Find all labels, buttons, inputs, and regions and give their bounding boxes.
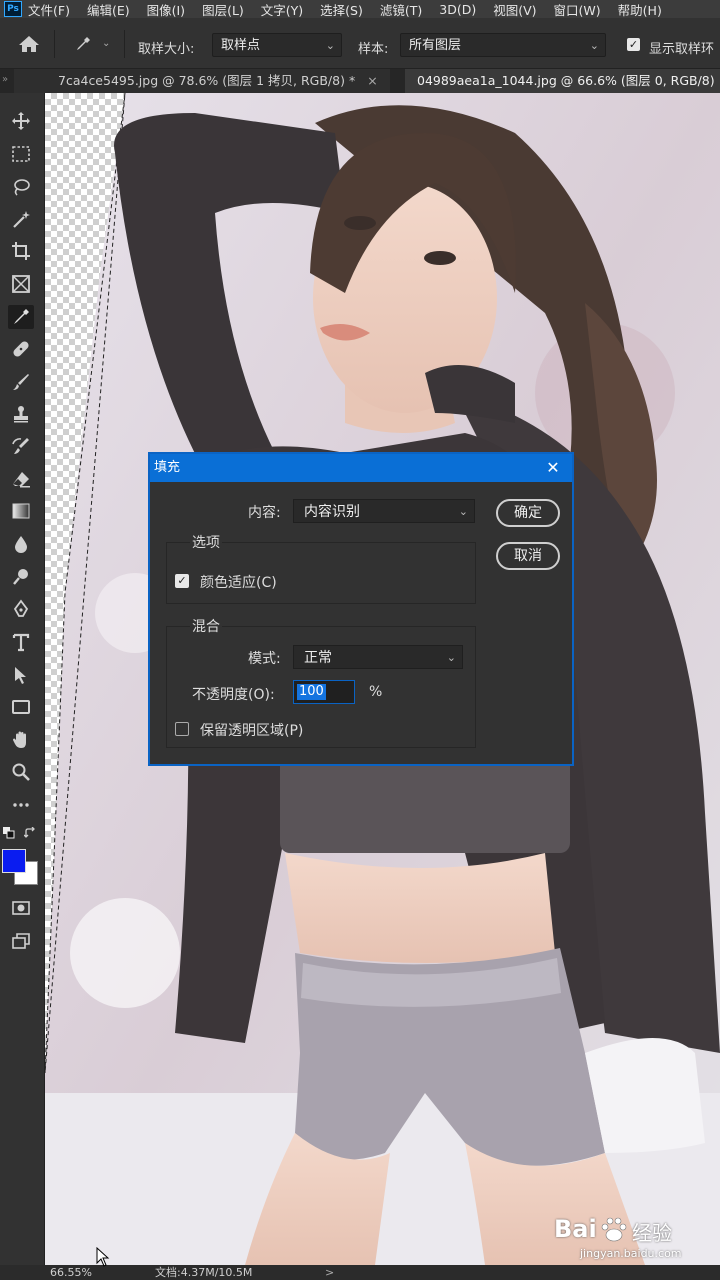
sample-size-select[interactable]: 取样点 ⌄ bbox=[212, 33, 342, 57]
mode-select[interactable]: 正常 ⌄ bbox=[293, 645, 463, 669]
document-tab-bar: » 7ca4ce5495.jpg @ 78.6% (图层 1 拷贝, RGB/8… bbox=[0, 69, 720, 93]
mouse-cursor-icon bbox=[96, 1247, 110, 1267]
opacity-value: 100 bbox=[297, 684, 326, 700]
preserve-transparency-label: 保留透明区域(P) bbox=[200, 723, 304, 739]
color-adapt-label: 颜色适应(C) bbox=[200, 575, 277, 591]
mode-label: 模式: bbox=[248, 651, 281, 667]
contents-select[interactable]: 内容识别 ⌄ bbox=[293, 499, 475, 523]
path-selection-tool-icon[interactable] bbox=[8, 663, 34, 687]
chevron-down-icon: ⌄ bbox=[589, 39, 599, 52]
menu-window[interactable]: 窗口(W) bbox=[554, 0, 601, 19]
show-ring-checkbox[interactable]: ✓ bbox=[627, 38, 640, 51]
cancel-button[interactable]: 取消 bbox=[496, 542, 560, 570]
options-group-title: 选项 bbox=[190, 532, 222, 552]
pen-tool-icon[interactable] bbox=[8, 597, 34, 621]
more-tools-icon[interactable] bbox=[8, 793, 34, 817]
separator bbox=[124, 30, 125, 58]
contents-value: 内容识别 bbox=[304, 504, 360, 520]
frame-tool-icon[interactable] bbox=[8, 272, 34, 296]
tools-panel bbox=[0, 93, 45, 1265]
dialog-title: 填充 bbox=[154, 460, 181, 475]
eyedropper-icon[interactable] bbox=[74, 35, 92, 53]
blend-group-title: 混合 bbox=[190, 616, 222, 636]
fill-dialog: 填充 ✕ 内容: 内容识别 ⌄ 确定 取消 选项 ✓ 颜色适应(C) 混合 模式… bbox=[148, 452, 574, 766]
ok-button[interactable]: 确定 bbox=[496, 499, 560, 527]
type-tool-icon[interactable] bbox=[8, 630, 34, 654]
tab-label: 04989aea1a_1044.jpg @ 66.6% (图层 0, RGB/8… bbox=[417, 73, 715, 88]
watermark-brand: Bai bbox=[554, 1215, 597, 1243]
screen-mode-icon[interactable] bbox=[8, 929, 34, 953]
menu-filter[interactable]: 滤镜(T) bbox=[380, 0, 422, 19]
tab-document-1[interactable]: 7ca4ce5495.jpg @ 78.6% (图层 1 拷贝, RGB/8) … bbox=[14, 69, 390, 93]
menu-layer[interactable]: 图层(L) bbox=[202, 0, 244, 19]
sample-size-label: 取样大小: bbox=[138, 42, 195, 57]
opacity-unit: % bbox=[369, 684, 383, 700]
magic-wand-tool-icon[interactable] bbox=[8, 207, 34, 231]
watermark-brand-2: 经验 bbox=[632, 1221, 672, 1245]
healing-brush-tool-icon[interactable] bbox=[8, 337, 34, 361]
opacity-label: 不透明度(O): bbox=[192, 687, 275, 703]
watermark-url: jingyan.baidu.com bbox=[580, 1247, 682, 1260]
hand-tool-icon[interactable] bbox=[8, 728, 34, 752]
menu-help[interactable]: 帮助(H) bbox=[618, 0, 662, 19]
tab-label: 7ca4ce5495.jpg @ 78.6% (图层 1 拷贝, RGB/8) … bbox=[58, 73, 356, 88]
menu-bar: Ps 文件(F) 编辑(E) 图像(I) 图层(L) 文字(Y) 选择(S) 滤… bbox=[0, 0, 720, 18]
show-ring-label: 显示取样环 bbox=[649, 42, 715, 57]
lasso-tool-icon[interactable] bbox=[8, 175, 34, 199]
chevron-down-icon: ⌄ bbox=[458, 505, 468, 518]
marquee-tool-icon[interactable] bbox=[8, 142, 34, 166]
document-info: 文档:4.37M/10.5M bbox=[155, 1266, 253, 1279]
opacity-input[interactable]: 100 bbox=[293, 680, 355, 704]
foreground-color-swatch[interactable] bbox=[2, 849, 26, 873]
options-bar: ⌄ 取样大小: 取样点 ⌄ 样本: 所有图层 ⌄ ✓ 显示取样环 bbox=[0, 18, 720, 69]
clone-stamp-tool-icon[interactable] bbox=[8, 402, 34, 426]
menu-file[interactable]: 文件(F) bbox=[28, 0, 70, 19]
eraser-tool-icon[interactable] bbox=[8, 467, 34, 491]
preserve-transparency-checkbox[interactable] bbox=[175, 722, 189, 736]
photoshop-logo: Ps bbox=[4, 1, 22, 17]
blur-tool-icon[interactable] bbox=[8, 532, 34, 556]
sample-select[interactable]: 所有图层 ⌄ bbox=[400, 33, 606, 57]
baidu-jingyan-watermark: Bai 经验 jingyan.baidu.com bbox=[552, 1213, 720, 1265]
chevron-down-icon: ⌄ bbox=[446, 651, 456, 664]
tab-document-2[interactable]: 04989aea1a_1044.jpg @ 66.6% (图层 0, RGB/8… bbox=[405, 69, 720, 93]
swap-colors-icon[interactable] bbox=[23, 826, 36, 839]
gradient-tool-icon[interactable] bbox=[8, 499, 34, 523]
sample-size-value: 取样点 bbox=[221, 38, 261, 53]
menu-3d[interactable]: 3D(D) bbox=[439, 2, 476, 17]
menu-view[interactable]: 视图(V) bbox=[493, 0, 536, 19]
status-bar: 66.55% 文档:4.37M/10.5M > bbox=[0, 1265, 720, 1280]
zoom-tool-icon[interactable] bbox=[8, 760, 34, 784]
tab-overflow-icon[interactable]: » bbox=[2, 74, 8, 85]
sample-label: 样本: bbox=[358, 42, 389, 57]
color-adapt-checkbox[interactable]: ✓ bbox=[175, 574, 189, 588]
dodge-tool-icon[interactable] bbox=[8, 565, 34, 589]
menu-edit[interactable]: 编辑(E) bbox=[87, 0, 130, 19]
paw-icon bbox=[601, 1217, 627, 1242]
menu-select[interactable]: 选择(S) bbox=[320, 0, 363, 19]
close-icon[interactable]: × bbox=[367, 73, 377, 88]
sample-value: 所有图层 bbox=[409, 38, 462, 53]
history-brush-tool-icon[interactable] bbox=[8, 434, 34, 458]
brush-tool-icon[interactable] bbox=[8, 370, 34, 394]
crop-tool-icon[interactable] bbox=[8, 239, 34, 263]
contents-label: 内容: bbox=[248, 505, 281, 521]
dialog-titlebar[interactable]: 填充 ✕ bbox=[150, 454, 572, 482]
home-icon[interactable] bbox=[18, 35, 40, 53]
zoom-level[interactable]: 66.55% bbox=[50, 1265, 92, 1280]
mode-value: 正常 bbox=[304, 650, 332, 666]
separator bbox=[54, 30, 55, 58]
rectangle-tool-icon[interactable] bbox=[8, 695, 34, 719]
eyedropper-tool-icon[interactable] bbox=[8, 305, 34, 329]
quick-mask-icon[interactable] bbox=[8, 896, 34, 920]
menu-type[interactable]: 文字(Y) bbox=[261, 0, 303, 19]
chevron-down-icon: ⌄ bbox=[325, 39, 335, 52]
chevron-down-icon[interactable]: ⌄ bbox=[102, 38, 110, 49]
default-colors-icon[interactable] bbox=[3, 827, 15, 839]
move-tool-icon[interactable] bbox=[8, 109, 34, 133]
menu-image[interactable]: 图像(I) bbox=[147, 0, 185, 19]
close-icon[interactable]: ✕ bbox=[544, 454, 562, 482]
status-menu-arrow-icon[interactable]: > bbox=[325, 1265, 334, 1280]
